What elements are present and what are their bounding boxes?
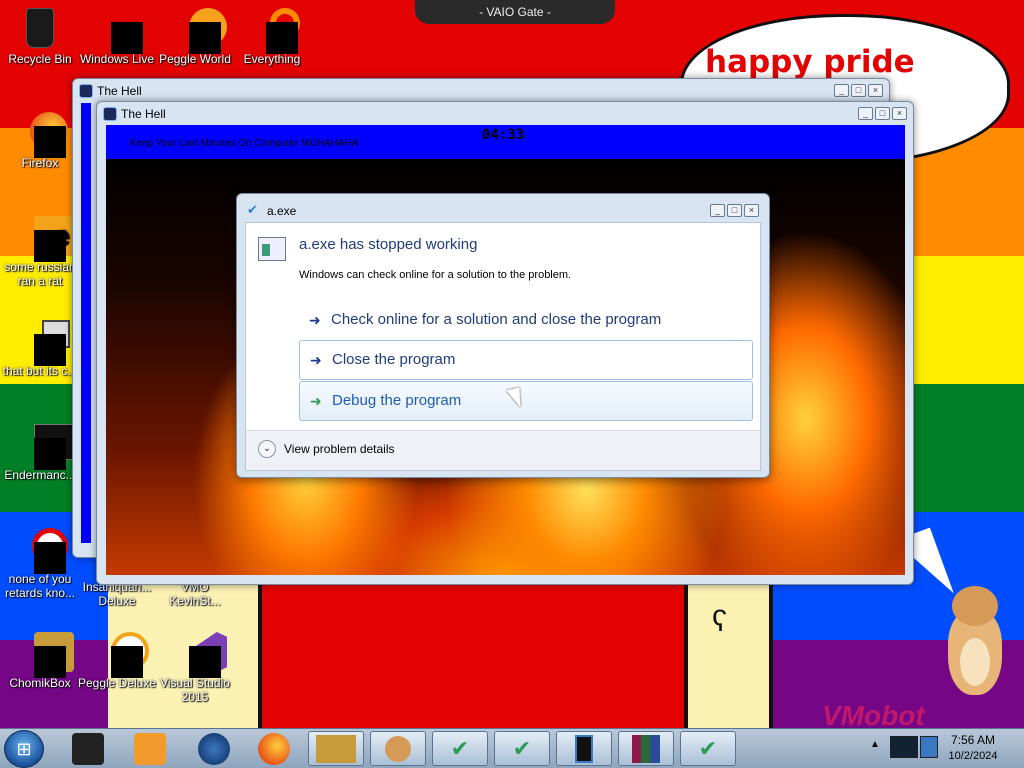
- windows-live-icon: [97, 8, 143, 54]
- dialog-main-instruction: a.exe has stopped working: [299, 236, 478, 253]
- dialog-sub-instruction: Windows can check online for a solution …: [299, 269, 572, 281]
- desktop-icon-peggle-world[interactable]: Peggle World: [155, 8, 235, 66]
- taskbar-button-warning-1[interactable]: ✔: [432, 731, 488, 766]
- recycle-bin-icon: [20, 8, 60, 48]
- check-warning-icon: ✔: [698, 736, 718, 761]
- minimize-button[interactable]: _: [858, 107, 873, 120]
- firefox-icon: [20, 112, 68, 158]
- desktop-icon-everything[interactable]: Everything: [232, 8, 312, 66]
- dialog-footer: ⌄ View problem details: [246, 430, 760, 470]
- check-online-button[interactable]: ➜ Check online for a solution and close …: [299, 301, 753, 341]
- desktop-icon-visual-studio[interactable]: Visual Studio 2015: [155, 632, 235, 704]
- hell-app-icon: [103, 107, 117, 121]
- peggle-icon: [97, 632, 149, 678]
- desktop-icon-chomikbox[interactable]: ChomikBox: [0, 632, 80, 690]
- error-dialog[interactable]: ✔ a.exe _ □ × a.exe has stopped working …: [236, 193, 770, 478]
- taskbar-button-warning-2[interactable]: ✔: [494, 731, 550, 766]
- app-icon: [20, 424, 74, 470]
- cartoon-panel-right: [688, 585, 773, 730]
- volume-icon[interactable]: [920, 736, 938, 758]
- start-button[interactable]: ⊞: [4, 730, 44, 768]
- taskbar-button-winrar[interactable]: [618, 731, 674, 766]
- dialog-app-icon: ✔: [247, 202, 258, 217]
- hell-window-front-titlebar[interactable]: The Hell: [97, 102, 913, 126]
- hamster-image: [940, 580, 1010, 700]
- cartoon-squiggle: ʕ: [712, 605, 727, 638]
- program-window-icon: [258, 237, 286, 261]
- chevron-down-icon: ⌄: [258, 440, 276, 458]
- taskbar-icon-firefox[interactable]: [258, 733, 290, 765]
- winrar-icon: [632, 735, 660, 763]
- desktop-icon-none-of-you[interactable]: none of you retards kno...: [0, 528, 80, 600]
- dialog-title: a.exe: [267, 204, 297, 218]
- dialog-content: a.exe has stopped working Windows can ch…: [245, 222, 761, 471]
- taskbar-icon-app[interactable]: [72, 733, 104, 765]
- maximize-button[interactable]: □: [851, 84, 866, 97]
- clock-date[interactable]: 10/2/2024: [940, 750, 1006, 762]
- arrow-right-icon: ➜: [310, 393, 322, 409]
- arrow-right-icon: ➜: [310, 352, 322, 368]
- hell-window-back-title: The Hell: [97, 84, 142, 98]
- chomikbox-icon: [20, 632, 74, 678]
- maximize-button[interactable]: □: [875, 107, 890, 120]
- desktop-icon-endermanch[interactable]: Endermanc...: [0, 424, 80, 482]
- desktop-icon-recycle-bin[interactable]: Recycle Bin: [0, 8, 80, 66]
- countdown-timer: 04:33: [482, 127, 525, 143]
- network-icon[interactable]: [890, 736, 918, 758]
- phone-icon: [575, 735, 593, 763]
- cartoon-panel-red: [258, 585, 688, 730]
- dialog-minimize-button[interactable]: _: [710, 204, 725, 217]
- everything-icon: [252, 8, 300, 54]
- hell-app-icon: [79, 84, 93, 98]
- desktop-icon-peggle-deluxe[interactable]: Peggle Deluxe: [77, 632, 157, 690]
- hamster-icon: [385, 736, 411, 762]
- arrow-right-icon: ➜: [309, 312, 321, 328]
- hell-window-front-title: The Hell: [121, 107, 166, 121]
- app-icon: [20, 528, 68, 574]
- clock-time[interactable]: 7:56 AM: [940, 733, 1006, 747]
- close-program-button[interactable]: ➜ Close the program: [299, 340, 753, 380]
- file-icon: e: [20, 216, 72, 262]
- shortcut-icon: [20, 320, 70, 366]
- taskbar-button-hamster[interactable]: [370, 731, 426, 766]
- visual-studio-icon: [175, 632, 227, 678]
- close-button[interactable]: ×: [868, 84, 883, 97]
- desktop-icon-some-russian-ran-a-rat[interactable]: e some russian ran a rat: [0, 216, 80, 288]
- taskbar-icon-media-player[interactable]: [134, 733, 166, 765]
- minimize-button[interactable]: _: [834, 84, 849, 97]
- desktop-icon-firefox[interactable]: Firefox: [0, 112, 80, 170]
- show-hidden-icons-icon[interactable]: ▲: [870, 739, 880, 750]
- hell-window-back-titlebar[interactable]: The Hell: [73, 79, 889, 103]
- close-button[interactable]: ×: [892, 107, 907, 120]
- view-problem-details-toggle[interactable]: ⌄ View problem details: [258, 439, 395, 459]
- check-warning-icon: ✔: [512, 736, 532, 761]
- check-warning-icon: ✔: [450, 736, 470, 761]
- dialog-close-button[interactable]: ×: [744, 204, 759, 217]
- vaio-gate-bar[interactable]: - VAIO Gate -: [415, 0, 615, 24]
- desktop-icon-windows-live[interactable]: Windows Live: [77, 8, 157, 66]
- dialog-maximize-button[interactable]: □: [727, 204, 742, 217]
- taskbar-button-phone[interactable]: [556, 731, 612, 766]
- taskbar-icon-browser[interactable]: [198, 733, 230, 765]
- peggle-icon: [175, 8, 227, 54]
- desktop-icon-that-but-its[interactable]: that but its c...: [0, 320, 80, 378]
- taskbar-button-warning-3[interactable]: ✔: [680, 731, 736, 766]
- taskbar-button-chomikbox[interactable]: [308, 731, 364, 766]
- hell-banner-text: Keep Your Last Minutes On Computer MUHAH…: [130, 138, 359, 149]
- chomikbox-icon: [316, 735, 356, 763]
